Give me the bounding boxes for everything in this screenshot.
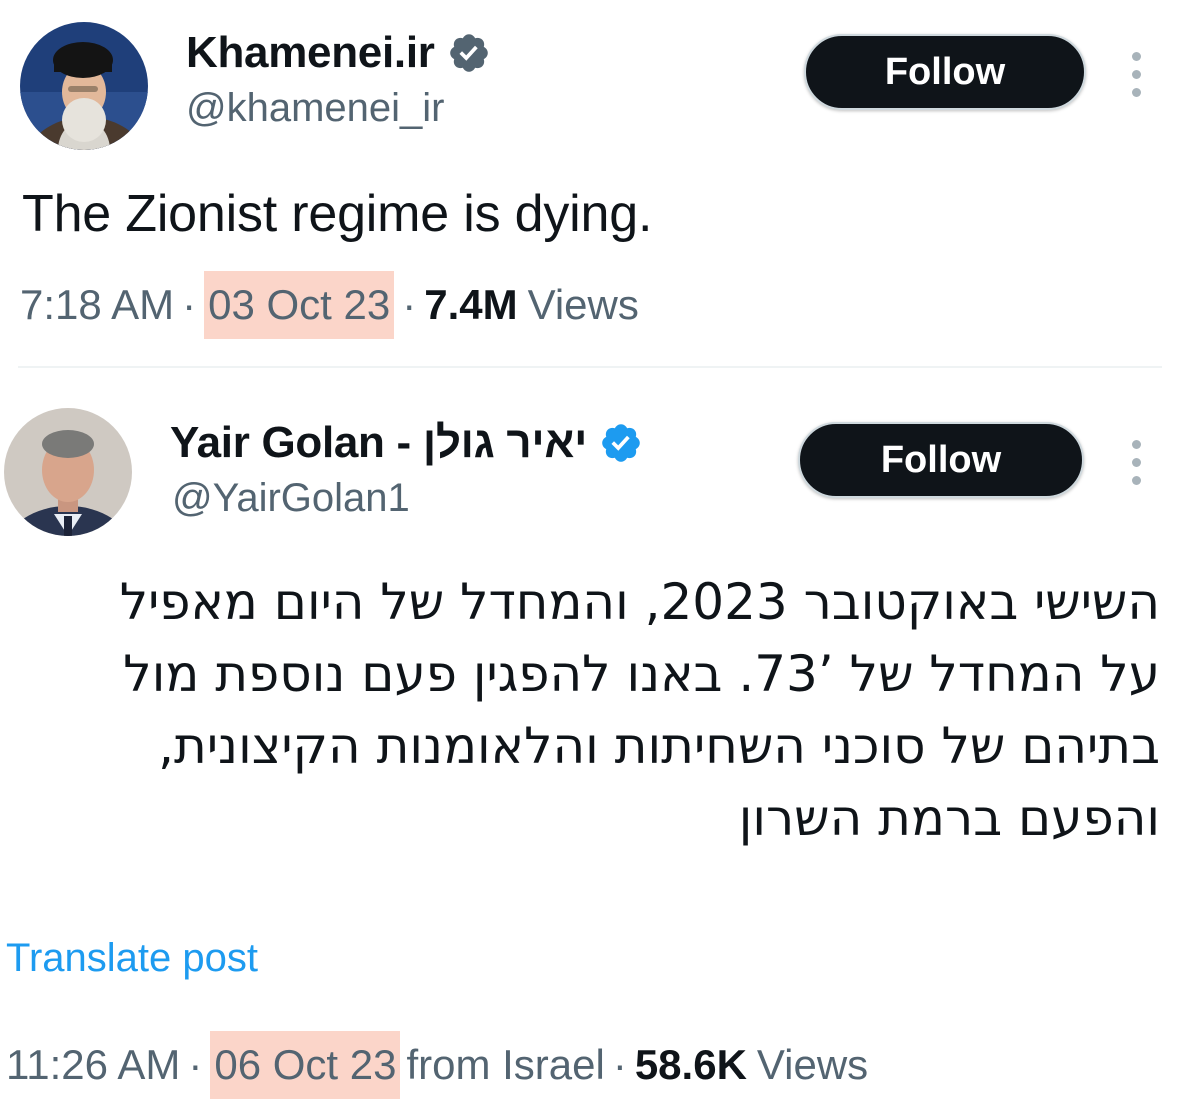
handle[interactable]: @YairGolan1 (172, 476, 410, 521)
tweet-date[interactable]: 03 Oct 23 (204, 271, 395, 339)
display-name[interactable]: Yair Golan - יאיר גולן (170, 418, 587, 468)
avatar[interactable] (4, 408, 132, 536)
follow-button[interactable]: Follow (804, 34, 1086, 110)
tweet-text-line: והפעם ברמת השרון (738, 789, 1160, 847)
views-count: 7.4M (424, 281, 518, 328)
display-name[interactable]: Khamenei.ir (186, 28, 435, 78)
tweet-source: from Israel (406, 1041, 605, 1088)
tweet-text: The Zionist regime is dying. (22, 185, 653, 243)
more-options-icon[interactable] (1126, 440, 1146, 485)
tweet-text: השישי באוקטובר 2023, והמחדל של היום מאפי… (10, 566, 1160, 854)
tweet-date[interactable]: 06 Oct 23 (210, 1031, 401, 1099)
verified-badge-icon (447, 31, 491, 75)
tweet-meta: 7:18 AM · 03 Oct 23 · 7.4M Views (20, 271, 639, 339)
tweets-screenshot: Khamenei.ir @khamenei_ir Follow The Zion… (0, 0, 1200, 1107)
tweet-time[interactable]: 11:26 AM (6, 1041, 180, 1089)
tweet-text-line: בתיהם של סוכני השחיתות והלאומנות הקיצוני… (158, 717, 1160, 775)
separator: · (402, 281, 417, 328)
views-count: 58.6K (634, 1041, 747, 1088)
tweet-golan: Yair Golan - יאיר גולן @YairGolan1 Follo… (0, 370, 1200, 1107)
more-options-icon[interactable] (1126, 52, 1146, 97)
tweet-time[interactable]: 7:18 AM (20, 281, 174, 329)
verified-badge-icon (599, 421, 643, 465)
avatar[interactable] (20, 22, 148, 150)
tweet-khamenei: Khamenei.ir @khamenei_ir Follow The Zion… (0, 0, 1200, 368)
follow-button[interactable]: Follow (798, 422, 1084, 498)
separator: · (182, 281, 197, 328)
separator: · (612, 1041, 627, 1088)
author-name-row[interactable]: Yair Golan - יאיר גולן (170, 418, 643, 468)
separator: · (188, 1041, 203, 1088)
tweet-text-line: השישי באוקטובר 2023, והמחדל של היום מאפי… (119, 573, 1160, 631)
tweet-text-line: על המחדל של ’73. באנו להפגין פעם נוספת מ… (123, 645, 1160, 703)
author-name-row[interactable]: Khamenei.ir (186, 28, 491, 78)
divider (18, 366, 1162, 368)
views-label: Views (527, 281, 639, 328)
tweet-meta: 11:26 AM · 06 Oct 23 from Israel · 58.6K… (6, 1031, 869, 1099)
views-label: Views (756, 1041, 869, 1088)
translate-post-link[interactable]: Translate post (6, 936, 258, 981)
handle[interactable]: @khamenei_ir (186, 86, 445, 131)
